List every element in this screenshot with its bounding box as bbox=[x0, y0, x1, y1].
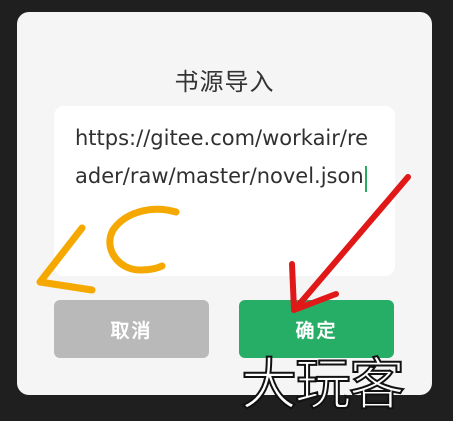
orange-arrow-annotation bbox=[36, 205, 180, 294]
red-arrow-annotation bbox=[289, 174, 411, 313]
watermark-logo: 大玩客 bbox=[240, 353, 406, 418]
